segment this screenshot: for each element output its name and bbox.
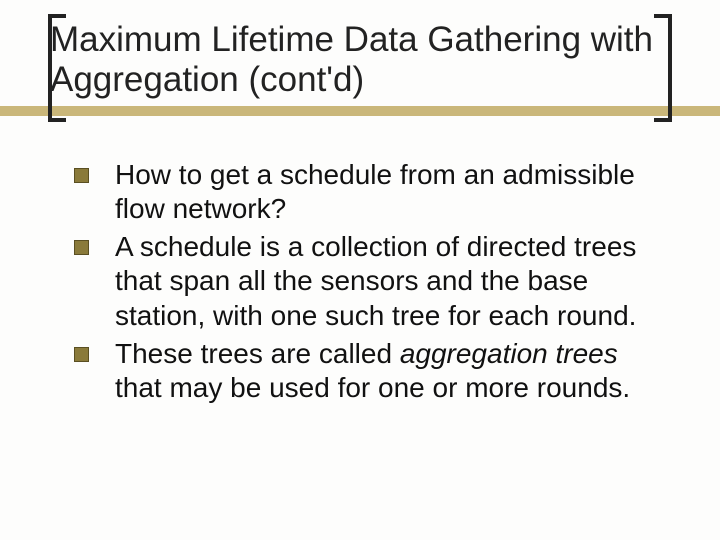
bullet-icon [74,240,89,255]
bullet-text: These trees are called aggregation trees… [115,337,658,405]
list-item: These trees are called aggregation trees… [74,337,658,405]
bullet-text: A schedule is a collection of directed t… [115,230,658,332]
slide-title: Maximum Lifetime Data Gathering with Agg… [50,20,660,101]
slide: Maximum Lifetime Data Gathering with Agg… [0,0,720,540]
bullet-icon [74,168,89,183]
body-content: How to get a schedule from an admissible… [74,158,658,409]
title-container: Maximum Lifetime Data Gathering with Agg… [50,20,660,101]
list-item: How to get a schedule from an admissible… [74,158,658,226]
list-item: A schedule is a collection of directed t… [74,230,658,332]
accent-bar [0,106,720,116]
bullet-text: How to get a schedule from an admissible… [115,158,658,226]
bullet-icon [74,347,89,362]
